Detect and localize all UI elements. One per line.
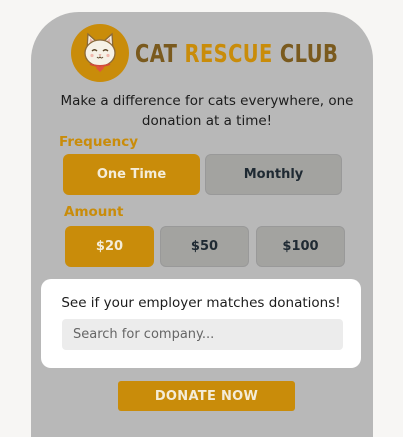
frequency-monthly-button[interactable]: Monthly [205,154,342,195]
amount-50-button[interactable]: $50 [160,226,249,267]
employer-match-panel: See if your employer matches donations! [41,279,361,368]
brand-word-rescue: RESCUE [184,38,273,68]
brand-word-club: CLUB [279,38,339,68]
amount-100-button[interactable]: $100 [256,226,345,267]
tagline: Make a difference for cats everywhere, o… [60,93,354,129]
brand-word-cat: CAT [135,38,178,68]
brand-name: CAT RESCUE CLUB [135,39,338,68]
amount-20-button[interactable]: $20 [65,226,154,267]
employer-match-text: See if your employer matches donations! [61,295,341,311]
company-search-input[interactable] [62,319,343,350]
cat-face-icon [71,24,129,82]
frequency-one-time-button[interactable]: One Time [63,154,200,195]
donate-now-button[interactable]: DONATE NOW [118,381,295,411]
frequency-label: Frequency [59,134,139,150]
brand-logo: CAT RESCUE CLUB [71,24,396,82]
amount-label: Amount [64,204,124,220]
